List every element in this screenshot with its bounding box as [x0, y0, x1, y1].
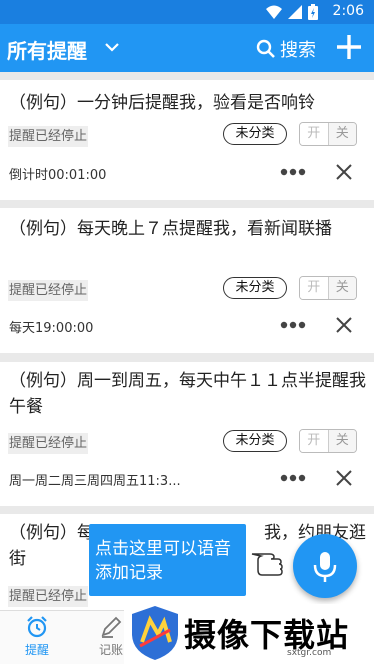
- category-button[interactable]: 未分类: [223, 277, 287, 299]
- status-bar: 2:06: [0, 0, 374, 24]
- nav-label: 记账: [98, 643, 123, 657]
- voice-input-button[interactable]: [293, 534, 357, 598]
- voice-tip[interactable]: 点击这里可以语音添加记录: [89, 524, 246, 596]
- status-label: 提醒已经停止: [8, 586, 89, 607]
- search-icon: [256, 39, 275, 58]
- enable-toggle[interactable]: 开 关: [299, 429, 357, 453]
- wifi-icon: [266, 5, 282, 19]
- signal-icon: [288, 5, 302, 19]
- toggle-off[interactable]: 关: [328, 430, 356, 452]
- chevron-down-icon[interactable]: [102, 37, 122, 57]
- toggle-off[interactable]: 关: [328, 277, 356, 299]
- toggle-on[interactable]: 开: [300, 123, 329, 145]
- pencil-icon: [101, 616, 122, 638]
- schedule-text: 每天19:00:00: [9, 321, 94, 336]
- clock: 2:06: [332, 3, 364, 19]
- alarm-clock-icon: [27, 616, 47, 638]
- status-label: 提醒已经停止: [8, 126, 89, 147]
- enable-toggle[interactable]: 开 关: [299, 122, 357, 146]
- reminder-card[interactable]: （例句）周一到周五，每天中午１１点半提醒我午餐 提醒已经停止 未分类 开 关 周…: [0, 362, 374, 506]
- watermark-logo-icon: [132, 606, 178, 660]
- add-icon[interactable]: [334, 32, 364, 62]
- watermark: 摄像下载站 sxtgr.com: [124, 604, 374, 664]
- status-label: 提醒已经停止: [8, 433, 89, 454]
- toggle-on[interactable]: 开: [300, 277, 329, 299]
- microphone-icon: [313, 552, 337, 582]
- close-icon[interactable]: [334, 468, 354, 488]
- nav-label: 提醒: [24, 643, 49, 657]
- reminder-card[interactable]: （例句）一分钟后提醒我，验看是否响铃 提醒已经停止 未分类 开 关 倒计时00:…: [0, 80, 374, 200]
- schedule-text: 周一周二周三周四周五11:3...: [9, 474, 181, 489]
- close-icon[interactable]: [334, 162, 354, 182]
- search-label: 搜索: [280, 40, 316, 61]
- toggle-off[interactable]: 关: [328, 123, 356, 145]
- watermark-url: sxtgr.com: [287, 648, 332, 658]
- reminder-card[interactable]: （例句）每天晚上７点提醒我，看新闻联播 提醒已经停止 未分类 开 关 每天19:…: [0, 208, 374, 353]
- enable-toggle[interactable]: 开 关: [299, 276, 357, 300]
- toggle-on[interactable]: 开: [300, 430, 329, 452]
- app-bar: 所有提醒 搜索: [0, 24, 374, 72]
- page-title[interactable]: 所有提醒: [7, 35, 87, 64]
- reminder-text: （例句）每天晚上７点提醒我，看新闻联播: [9, 219, 332, 239]
- nav-item-reminders[interactable]: 提醒: [14, 615, 60, 658]
- category-button[interactable]: 未分类: [223, 123, 287, 145]
- reminder-text: （例句）一分钟后提醒我，验看是否响铃: [9, 93, 315, 113]
- reminder-text: （例句）周一到周五，每天中午１１点半提醒我午餐: [9, 371, 366, 417]
- status-label: 提醒已经停止: [8, 280, 89, 301]
- schedule-text: 倒计时00:01:00: [9, 168, 107, 183]
- more-icon[interactable]: [280, 167, 306, 177]
- pointing-hand-icon: [251, 553, 283, 576]
- category-button[interactable]: 未分类: [223, 430, 287, 452]
- close-icon[interactable]: [334, 315, 354, 335]
- more-icon[interactable]: [280, 320, 306, 330]
- battery-icon: [308, 4, 318, 20]
- more-icon[interactable]: [280, 473, 306, 483]
- search-button[interactable]: 搜索: [256, 36, 316, 62]
